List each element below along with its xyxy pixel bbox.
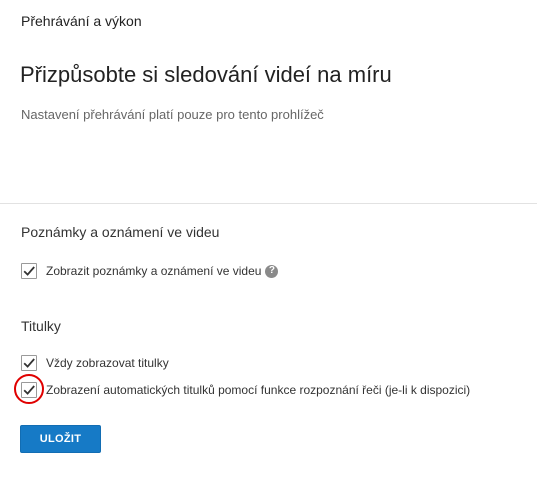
divider [0, 203, 537, 204]
section-label: Přehrávání a výkon [21, 13, 142, 29]
always-show-subtitles-option[interactable]: Vždy zobrazovat titulky [21, 354, 169, 372]
show-annotations-option[interactable]: Zobrazit poznámky a oznámení ve videu ? [21, 262, 279, 280]
show-annotations-label: Zobrazit poznámky a oznámení ve videu [46, 264, 262, 278]
save-button[interactable]: ULOŽIT [20, 425, 101, 453]
playback-settings-page: Přehrávání a výkon Přizpůsobte si sledov… [0, 0, 537, 493]
annotations-heading: Poznámky a oznámení ve videu [21, 224, 220, 240]
checkmark-icon [23, 385, 35, 395]
auto-captions-checkbox[interactable] [21, 382, 37, 398]
auto-captions-option[interactable]: Zobrazení automatických titulků pomocí f… [21, 381, 470, 399]
help-icon[interactable]: ? [265, 264, 279, 278]
always-show-subtitles-checkbox[interactable] [21, 355, 37, 371]
show-annotations-checkbox[interactable] [21, 263, 37, 279]
always-show-subtitles-label: Vždy zobrazovat titulky [46, 356, 169, 370]
checkmark-icon [23, 266, 35, 276]
checkmark-icon [23, 358, 35, 368]
page-title: Přizpůsobte si sledování videí na míru [20, 62, 392, 87]
page-subtitle: Nastavení přehrávání platí pouze pro ten… [21, 107, 324, 122]
subtitles-heading: Titulky [21, 318, 61, 334]
auto-captions-label: Zobrazení automatických titulků pomocí f… [46, 383, 471, 397]
